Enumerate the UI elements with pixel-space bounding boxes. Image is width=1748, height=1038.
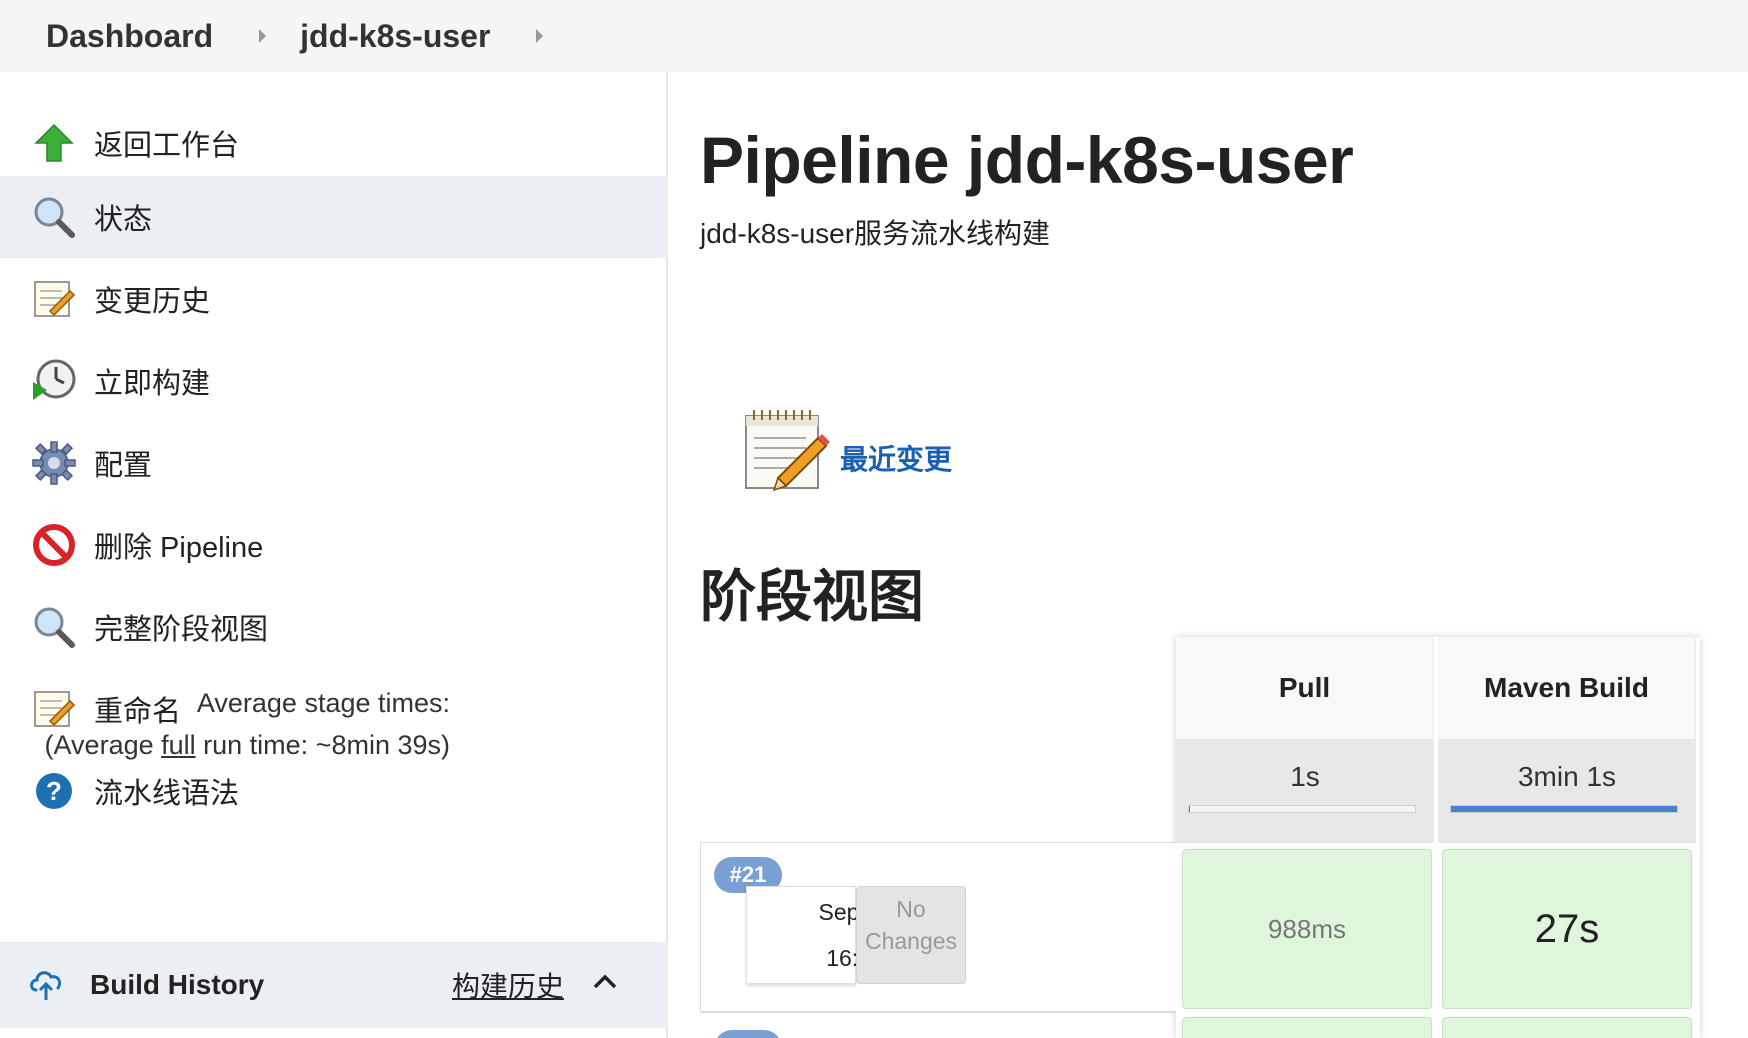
stage-average-value: 3min 1s bbox=[1517, 761, 1617, 792]
breadcrumb-dashboard[interactable]: Dashboard bbox=[46, 18, 213, 55]
stage-header-maven-build: Maven Build bbox=[1438, 637, 1696, 739]
sidebar-item-build-now[interactable]: 立即构建 bbox=[0, 340, 668, 422]
sidebar-item-label: 流水线语法 bbox=[94, 778, 240, 810]
sidebar-item-configure[interactable]: 配置 bbox=[0, 422, 668, 504]
run-number-badge-next[interactable] bbox=[714, 1030, 782, 1038]
sidebar-item-full-stage-view[interactable]: 完整阶段视图 bbox=[0, 586, 668, 668]
stage-average-bar bbox=[1188, 805, 1416, 813]
stage-average-maven-build: 3min 1s bbox=[1438, 739, 1696, 843]
sidebar-item-label: 配置 bbox=[94, 450, 153, 482]
stage-cell-pull[interactable]: 988ms bbox=[1182, 849, 1432, 1009]
average-run-suffix: run time: ~8min 39s) bbox=[195, 730, 450, 760]
stage-cell-next-maven-build[interactable] bbox=[1442, 1017, 1692, 1038]
stage-cell-next-pull[interactable] bbox=[1182, 1017, 1432, 1038]
average-stage-times-label: Average stage times: bbox=[196, 688, 450, 718]
stage-header-pull: Pull bbox=[1176, 637, 1434, 739]
stage-average-bar-fill bbox=[1189, 806, 1191, 812]
build-history-link[interactable]: 构建历史 bbox=[452, 965, 564, 1005]
stage-average-bar bbox=[1450, 805, 1678, 813]
average-run-prefix: (Average bbox=[44, 730, 162, 760]
stage-average-value: 1s bbox=[1290, 761, 1320, 792]
notepad-icon bbox=[30, 275, 78, 323]
sidebar-item-status[interactable]: 状态 bbox=[0, 176, 668, 258]
stage-average-pull: 1s bbox=[1176, 739, 1434, 843]
sidebar-item-change-history[interactable]: 变更历史 bbox=[0, 258, 668, 340]
sidebar-item-delete-pipeline[interactable]: 删除 Pipeline bbox=[0, 504, 668, 586]
sidebar-item-label: 完整阶段视图 bbox=[94, 614, 269, 646]
recent-changes: 最近变更 bbox=[738, 402, 1158, 502]
page-title: Pipeline jdd-k8s-user bbox=[700, 123, 1354, 197]
run-changes[interactable]: No Changes bbox=[856, 886, 966, 984]
cloud-upload-icon bbox=[28, 964, 64, 1009]
stage-view-title: 阶段视图 bbox=[700, 565, 924, 628]
sidebar-item-label: 变更历史 bbox=[94, 286, 211, 318]
search-icon bbox=[30, 193, 78, 241]
arrow-up-icon bbox=[30, 119, 78, 167]
page-description: jdd-k8s-user服务流水线构建 bbox=[700, 218, 1051, 249]
svg-text:?: ? bbox=[46, 776, 62, 806]
stage-column-maven-build: Maven Build 3min 1s bbox=[1438, 637, 1696, 843]
build-history-title: Build History bbox=[90, 969, 265, 1000]
breadcrumb-job[interactable]: jdd-k8s-user bbox=[300, 18, 490, 55]
search-icon bbox=[30, 603, 78, 651]
recent-changes-link[interactable]: 最近变更 bbox=[840, 438, 952, 478]
sidebar-item-label: 状态 bbox=[94, 204, 153, 236]
sidebar-item-label: 立即构建 bbox=[94, 368, 211, 400]
breadcrumb-separator-icon[interactable] bbox=[536, 29, 544, 43]
run-date: Sep 22 16:08 bbox=[746, 886, 891, 984]
sidebar: 返回工作台 状态 变更历史 立即构建 配置 删除 Pipeline 完整阶段视图… bbox=[0, 72, 668, 1038]
average-run-time-label: (Average full run time: ~8min 39s) bbox=[30, 730, 450, 761]
no-entry-icon bbox=[30, 521, 78, 569]
gear-icon bbox=[30, 439, 78, 487]
sidebar-item-label: 返回工作台 bbox=[94, 130, 240, 162]
help-icon: ? bbox=[30, 767, 78, 815]
breadcrumb-separator-icon[interactable] bbox=[259, 29, 267, 43]
chevron-up-icon[interactable] bbox=[592, 972, 618, 995]
stage-column-pull: Pull 1s bbox=[1176, 637, 1434, 843]
sidebar-item-pipeline-syntax[interactable]: ? 流水线语法 bbox=[0, 750, 668, 832]
notepad-icon[interactable] bbox=[738, 402, 832, 501]
sidebar-item-back-to-workspace[interactable]: 返回工作台 bbox=[0, 102, 668, 184]
stage-cell-maven-build[interactable]: 27s bbox=[1442, 849, 1692, 1009]
stage-average-bar-fill bbox=[1451, 806, 1677, 812]
average-full-run-link[interactable]: full bbox=[161, 730, 196, 760]
build-clock-icon bbox=[30, 357, 78, 405]
build-history-panel-header: Build History 构建历史 bbox=[0, 942, 668, 1028]
sidebar-item-label: 删除 Pipeline bbox=[94, 532, 264, 564]
breadcrumb: Dashboard jdd-k8s-user bbox=[0, 0, 1748, 72]
